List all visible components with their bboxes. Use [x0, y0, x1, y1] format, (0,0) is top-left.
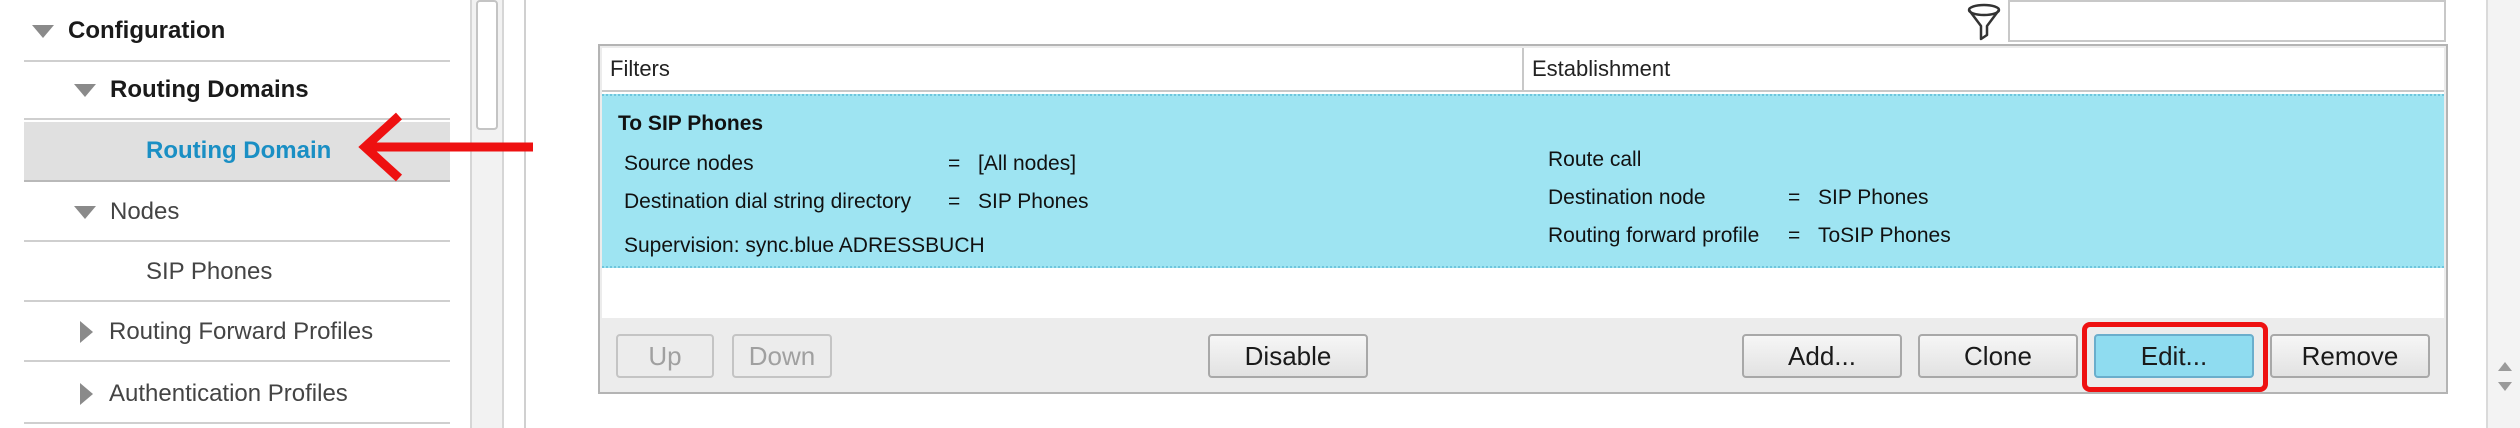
triangle-down-icon[interactable] — [32, 24, 54, 38]
edit-button[interactable]: Edit... — [2094, 334, 2254, 378]
nav-item-sip-phones[interactable]: SIP Phones — [24, 244, 450, 302]
down-button[interactable]: Down — [732, 334, 832, 378]
column-header-establishment[interactable]: Establishment — [1524, 48, 2444, 92]
remove-button[interactable]: Remove — [2270, 334, 2430, 378]
clone-button[interactable]: Clone — [1918, 334, 2078, 378]
column-header-filters[interactable]: Filters — [602, 48, 1524, 92]
nav-item-routing-forward-profiles[interactable]: Routing Forward Profiles — [24, 304, 450, 362]
table-row[interactable]: To SIP Phones Source nodes = [All nodes]… — [602, 94, 2444, 268]
column-header-label: Establishment — [1532, 56, 1671, 81]
filter-key: Source nodes — [624, 152, 754, 175]
scroll-up-icon[interactable] — [2498, 362, 2512, 371]
filter-input[interactable] — [2008, 0, 2446, 42]
supervision-text: Supervision: sync.blue ADRESSBUCH — [624, 234, 985, 257]
establishment-action: Route call — [1548, 148, 1642, 171]
funnel-icon[interactable] — [1962, 2, 2006, 42]
nav-item-authentication-profiles[interactable]: Authentication Profiles — [24, 366, 450, 424]
nav-item-label: Routing Forward Profiles — [109, 318, 374, 345]
nav-item-label: Routing Domains — [110, 76, 309, 103]
page-scrollbar[interactable] — [2486, 0, 2520, 428]
filter-value: SIP Phones — [978, 190, 1089, 213]
triangle-right-icon[interactable] — [80, 321, 93, 343]
column-header-label: Filters — [610, 56, 670, 81]
filter-operator: = — [948, 190, 961, 213]
sidebar-nav: Configuration Routing Domains Routing Do… — [0, 0, 472, 428]
nav-item-label: Nodes — [110, 198, 180, 225]
add-button[interactable]: Add... — [1742, 334, 1902, 378]
filter-value: [All nodes] — [978, 152, 1077, 175]
up-button[interactable]: Up — [616, 334, 714, 378]
nav-item-nodes[interactable]: Nodes — [24, 184, 450, 242]
nav-item-label: Configuration — [68, 17, 226, 44]
scroll-down-icon[interactable] — [2498, 382, 2512, 391]
nav-item-configuration[interactable]: Configuration — [32, 2, 450, 60]
sidebar-scrollbar-thumb[interactable] — [476, 0, 498, 130]
annotation-arrow-icon — [358, 112, 533, 182]
establishment-key: Routing forward profile — [1548, 224, 1760, 247]
nav-item-label: Authentication Profiles — [109, 380, 348, 407]
filter-key: Destination dial string directory — [624, 190, 912, 213]
establishment-value: SIP Phones — [1818, 186, 1929, 209]
row-title: To SIP Phones — [618, 112, 764, 135]
sidebar-scrollbar[interactable] — [470, 0, 504, 428]
establishment-value: ToSIP Phones — [1818, 224, 1951, 247]
routing-table: Filters Establishment To SIP Phones Sour… — [602, 48, 2444, 318]
routing-domain-panel: Filters Establishment To SIP Phones Sour… — [598, 44, 2448, 394]
disable-button[interactable]: Disable — [1208, 334, 1368, 378]
triangle-down-icon[interactable] — [74, 205, 96, 219]
establishment-operator: = — [1788, 186, 1801, 209]
nav-item-label: Routing Domain — [146, 137, 332, 164]
filter-operator: = — [948, 152, 961, 175]
establishment-operator: = — [1788, 224, 1801, 247]
nav-item-label: SIP Phones — [146, 258, 273, 285]
divider — [524, 0, 526, 428]
triangle-right-icon[interactable] — [80, 383, 93, 405]
triangle-down-icon[interactable] — [74, 83, 96, 97]
establishment-key: Destination node — [1548, 186, 1706, 209]
